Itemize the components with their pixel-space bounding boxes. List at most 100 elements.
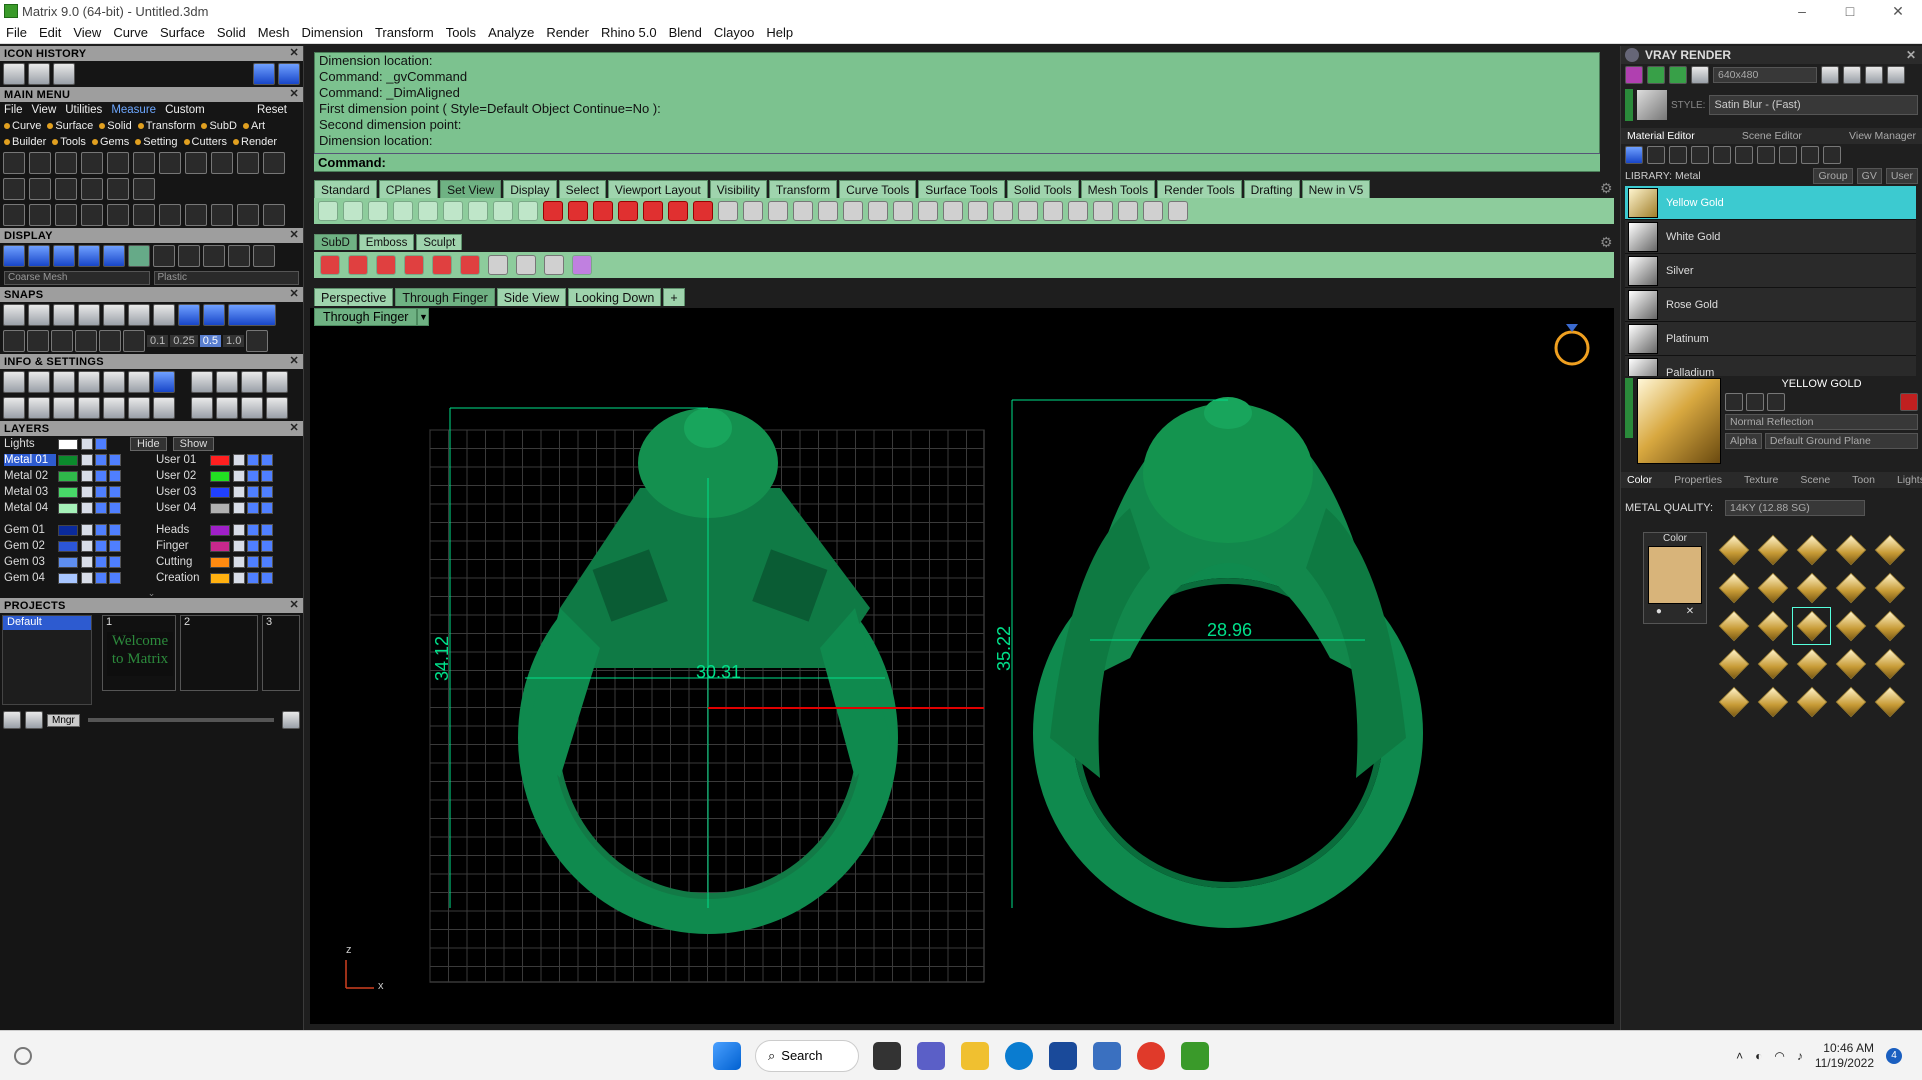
measure-tool-icon[interactable] bbox=[211, 152, 233, 174]
layer-row[interactable]: Cutting bbox=[152, 554, 302, 570]
layer-name[interactable]: User 03 bbox=[156, 486, 208, 498]
visibility-icon[interactable] bbox=[247, 454, 259, 466]
snap-point-icon[interactable] bbox=[53, 304, 75, 326]
layer-name[interactable]: Creation bbox=[156, 572, 208, 584]
tab-display[interactable]: Display bbox=[503, 180, 557, 198]
layer-row[interactable]: Gem 02 bbox=[0, 538, 150, 554]
project-default[interactable]: Default bbox=[3, 616, 91, 630]
layer-color-swatch[interactable] bbox=[210, 540, 230, 552]
layer-color-swatch[interactable] bbox=[210, 502, 230, 514]
light-icon[interactable] bbox=[793, 201, 813, 221]
taskbar-search[interactable]: ⌕ Search bbox=[755, 1039, 859, 1072]
wireframe-mode-icon[interactable] bbox=[3, 245, 25, 267]
zoom-1to1-icon[interactable] bbox=[518, 201, 538, 221]
metal-preset[interactable] bbox=[1871, 684, 1908, 720]
info-tool-icon[interactable] bbox=[241, 371, 263, 393]
render-icon[interactable] bbox=[1647, 66, 1665, 84]
material-sphere-icon[interactable] bbox=[253, 245, 275, 267]
grid-snap-icon[interactable] bbox=[3, 330, 25, 352]
dimension-label-height-front[interactable]: 34.12 bbox=[432, 636, 453, 681]
menu-dimension[interactable]: Dimension bbox=[302, 25, 363, 40]
visibility-icon[interactable] bbox=[247, 556, 259, 568]
tab-viewport-layout[interactable]: Viewport Layout bbox=[607, 180, 708, 198]
material-item[interactable]: Silver bbox=[1625, 254, 1916, 288]
close-icon[interactable]: ✕ bbox=[289, 354, 299, 367]
lock-icon[interactable] bbox=[81, 540, 93, 552]
render-mode-icon[interactable] bbox=[103, 245, 125, 267]
lock-icon[interactable] bbox=[233, 524, 245, 536]
history-tool-1-icon[interactable] bbox=[3, 63, 25, 85]
dimension-label-height-side[interactable]: 35.22 bbox=[994, 626, 1015, 671]
lock-icon[interactable] bbox=[81, 470, 93, 482]
measure-tool-icon[interactable] bbox=[81, 152, 103, 174]
mm-view[interactable]: View bbox=[32, 104, 57, 116]
osnap-icon[interactable] bbox=[75, 330, 97, 352]
snap-end-icon[interactable] bbox=[3, 304, 25, 326]
layer-row[interactable]: Heads bbox=[152, 522, 302, 538]
tab-solid-tools[interactable]: Solid Tools bbox=[1006, 180, 1079, 198]
layer-color-swatch[interactable] bbox=[58, 486, 78, 498]
history-forward-icon[interactable] bbox=[278, 63, 300, 85]
select-icon[interactable] bbox=[109, 556, 121, 568]
widgets-icon[interactable] bbox=[14, 1047, 32, 1065]
measure-tool-icon[interactable] bbox=[55, 152, 77, 174]
hide-layers-button[interactable]: Hide bbox=[130, 437, 167, 451]
lock-icon[interactable] bbox=[233, 454, 245, 466]
metal-preset[interactable] bbox=[1832, 570, 1869, 606]
metal-preset[interactable] bbox=[1792, 607, 1831, 645]
analyze-tool-icon[interactable] bbox=[3, 204, 25, 226]
file-explorer-icon[interactable] bbox=[961, 1041, 989, 1070]
help-icon[interactable] bbox=[516, 255, 536, 275]
tab-subd[interactable]: SubD bbox=[314, 234, 357, 250]
mm-file[interactable]: File bbox=[4, 104, 23, 116]
render-icon[interactable] bbox=[1887, 66, 1905, 84]
alpha-toggle[interactable]: Alpha bbox=[1725, 433, 1762, 449]
lock-icon[interactable] bbox=[233, 502, 245, 514]
snap-value-0.1[interactable]: 0.1 bbox=[147, 335, 169, 347]
target-icon[interactable] bbox=[868, 201, 888, 221]
tab-drafting[interactable]: Drafting bbox=[1243, 180, 1300, 198]
mm-tools[interactable]: Tools bbox=[52, 136, 86, 148]
layer-row[interactable]: Metal 03 bbox=[0, 484, 150, 500]
metal-preset[interactable] bbox=[1793, 532, 1830, 568]
up-icon[interactable] bbox=[25, 711, 43, 729]
notification-badge[interactable]: 4 bbox=[1886, 1048, 1902, 1064]
snap-near-icon[interactable] bbox=[28, 304, 50, 326]
analyze-tool-icon[interactable] bbox=[211, 204, 233, 226]
subd-tool-icon[interactable] bbox=[348, 255, 368, 275]
lock-icon[interactable] bbox=[233, 540, 245, 552]
menu-transform[interactable]: Transform bbox=[375, 25, 434, 40]
subd-tool-icon[interactable] bbox=[376, 255, 396, 275]
info-tool-icon[interactable] bbox=[191, 397, 213, 419]
layer-color-swatch[interactable] bbox=[210, 524, 230, 536]
visibility-icon[interactable] bbox=[95, 556, 107, 568]
add-viewport-button[interactable]: + bbox=[663, 288, 685, 306]
render-icon[interactable] bbox=[1691, 66, 1709, 84]
material-item[interactable]: Yellow Gold bbox=[1625, 186, 1916, 220]
dimension-label-width-front[interactable]: 30.31 bbox=[696, 662, 741, 683]
display-material-select[interactable]: Plastic bbox=[153, 271, 299, 285]
layer-row[interactable]: Gem 04 bbox=[0, 570, 150, 586]
menu-tools[interactable]: Tools bbox=[446, 25, 476, 40]
layer-color-swatch[interactable] bbox=[210, 556, 230, 568]
lock-icon[interactable] bbox=[81, 556, 93, 568]
render-mode-icon[interactable] bbox=[53, 245, 75, 267]
expand-icon[interactable] bbox=[1625, 378, 1633, 438]
measure-tool-icon[interactable] bbox=[107, 152, 129, 174]
layer-color-swatch[interactable] bbox=[210, 572, 230, 584]
lock-icon[interactable] bbox=[233, 486, 245, 498]
tab-lights[interactable]: Lights bbox=[1897, 474, 1922, 486]
history-tool-2-icon[interactable] bbox=[28, 63, 50, 85]
layer-row[interactable]: User 03 bbox=[152, 484, 302, 500]
zoom-selected-icon[interactable] bbox=[443, 201, 463, 221]
layer-color-swatch[interactable] bbox=[58, 556, 78, 568]
visibility-icon[interactable] bbox=[247, 524, 259, 536]
menu-help[interactable]: Help bbox=[766, 25, 793, 40]
manager-button[interactable]: Mngr bbox=[47, 713, 80, 727]
color-swatch[interactable] bbox=[1648, 546, 1702, 604]
grid-icon[interactable] bbox=[246, 330, 269, 352]
visibility-icon[interactable] bbox=[95, 438, 107, 450]
show-layers-button[interactable]: Show bbox=[172, 437, 215, 451]
zoom-extents-icon[interactable] bbox=[393, 201, 413, 221]
mm-cutters[interactable]: Cutters bbox=[183, 136, 227, 148]
